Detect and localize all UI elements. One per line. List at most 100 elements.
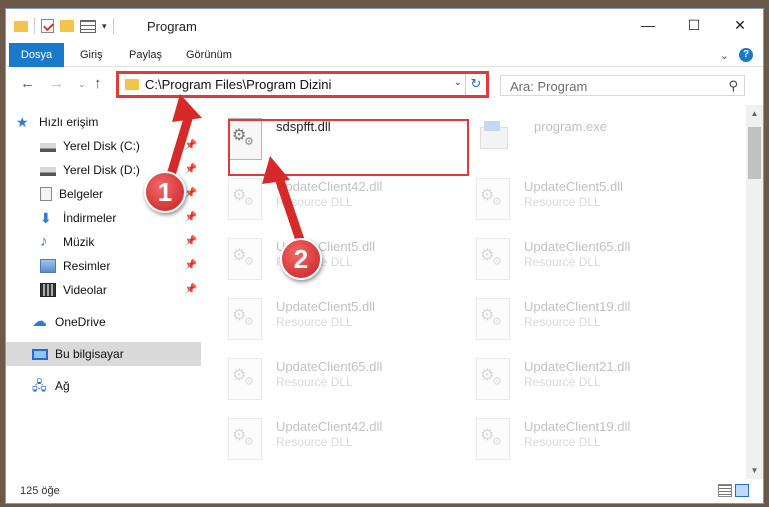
view-switcher [718, 484, 749, 497]
dll-file-icon [228, 358, 262, 400]
sidebar-item-pictures[interactable]: Resimler 📌 [40, 254, 201, 278]
file-item[interactable]: UpdateClient42.dll Resource DLL [214, 173, 454, 223]
scroll-down-icon[interactable]: ▼ [746, 462, 763, 479]
file-type: Resource DLL [524, 375, 601, 389]
file-item[interactable]: UpdateClient21.dll Resource DLL [462, 353, 702, 403]
minimize-button[interactable]: — [625, 9, 671, 41]
file-item[interactable]: UpdateClient19.dll Resource DLL [462, 293, 702, 343]
file-name: program.exe [534, 119, 607, 134]
file-name: UpdateClient19.dll [524, 299, 631, 314]
recent-locations-icon[interactable]: ⌄ [78, 79, 86, 90]
sidebar-item-label: Belgeler [59, 187, 104, 201]
chevron-down-icon[interactable]: ⌄ [720, 49, 729, 62]
file-item[interactable]: UpdateClient5.dll Resource DLL [214, 233, 454, 283]
file-item-program-exe[interactable]: program.exe [462, 113, 702, 163]
pin-icon[interactable]: 📌 [185, 260, 197, 271]
search-placeholder: Ara: Program [510, 79, 588, 94]
address-bar[interactable]: C:\Program Files\Program Dizini ⌄ ↻ [116, 71, 489, 98]
details-view-icon[interactable] [718, 484, 732, 497]
maximize-button[interactable]: ☐ [671, 9, 717, 41]
toolbar-divider [34, 18, 35, 34]
file-type: Resource DLL [276, 375, 353, 389]
file-type: Resource DLL [524, 255, 601, 269]
status-bar: 125 öğe [6, 479, 763, 503]
pictures-icon [40, 259, 56, 273]
dll-file-icon [476, 238, 510, 280]
file-name: UpdateClient21.dll [524, 359, 631, 374]
file-item[interactable]: UpdateClient5.dll Resource DLL [214, 293, 454, 343]
close-button[interactable]: ✕ [717, 9, 763, 41]
network-icon: 🖧 [32, 378, 47, 393]
pin-icon[interactable]: 📌 [185, 284, 197, 295]
dll-file-icon [476, 178, 510, 220]
file-name: UpdateClient5.dll [524, 179, 624, 194]
large-icons-view-icon[interactable] [735, 484, 749, 497]
sidebar-item-label: Bu bilgisayar [55, 347, 124, 361]
tab-view[interactable]: Görünüm [186, 43, 232, 67]
file-item[interactable]: UpdateClient5.dll Resource DLL [462, 173, 702, 223]
file-name: UpdateClient42.dll [276, 419, 383, 434]
window-controls: — ☐ ✕ [625, 9, 763, 41]
dll-file-icon [476, 418, 510, 460]
refresh-icon[interactable]: ↻ [465, 74, 486, 95]
sidebar-item-music[interactable]: ♪ Müzik 📌 [40, 230, 201, 254]
file-item[interactable]: UpdateClient19.dll Resource DLL [462, 413, 702, 463]
drive-icon [40, 167, 56, 176]
dll-file-icon [228, 178, 262, 220]
tab-home[interactable]: Giriş [80, 43, 103, 67]
address-path[interactable]: C:\Program Files\Program Dizini [145, 77, 331, 92]
forward-arrow-icon[interactable]: → [49, 75, 64, 92]
sidebar-item-this-pc[interactable]: Bu bilgisayar [6, 342, 201, 366]
item-count: 125 öğe [20, 485, 60, 497]
sidebar-item-label: Resimler [63, 259, 111, 273]
sidebar-item-quick-access[interactable]: ★ Hızlı erişim [16, 110, 211, 134]
computer-icon [32, 348, 48, 360]
tab-file[interactable]: Dosya [9, 43, 64, 67]
sidebar-item-network[interactable]: 🖧 Ağ [32, 374, 201, 398]
tab-share[interactable]: Paylaş [129, 43, 162, 67]
pin-icon[interactable]: 📌 [185, 236, 197, 247]
file-type: Resource DLL [524, 315, 601, 329]
file-type: Resource DLL [276, 435, 353, 449]
dll-file-icon [476, 298, 510, 340]
sidebar-item-onedrive[interactable]: ☁ OneDrive [32, 310, 201, 334]
search-icon[interactable]: ⚲ [728, 78, 738, 94]
pin-icon[interactable]: 📌 [185, 140, 197, 151]
file-item[interactable]: UpdateClient65.dll Resource DLL [214, 353, 454, 403]
file-item[interactable]: UpdateClient42.dll Resource DLL [214, 413, 454, 463]
quick-access-toolbar: ▾ [14, 18, 114, 34]
explorer-window: ▾ Program — ☐ ✕ Dosya Giriş Paylaş Görün… [5, 8, 764, 504]
navigation-pane: ★ Hızlı erişim Yerel Disk (C:) 📌 Yerel D… [6, 105, 205, 475]
dll-file-icon [228, 298, 262, 340]
up-arrow-icon[interactable]: ↑ [94, 75, 102, 92]
sidebar-item-label: Yerel Disk (C:) [63, 139, 140, 153]
search-input[interactable]: Ara: Program ⚲ [500, 75, 745, 96]
scrollbar-thumb[interactable] [748, 127, 761, 179]
pin-icon[interactable]: 📌 [185, 212, 197, 223]
vertical-scrollbar[interactable]: ▲ ▼ [746, 105, 763, 479]
documents-icon [40, 187, 52, 201]
sidebar-item-disk-c[interactable]: Yerel Disk (C:) 📌 [40, 134, 201, 158]
drive-icon [40, 143, 56, 152]
sidebar-item-label: Müzik [63, 235, 95, 249]
folder-icon [125, 79, 139, 90]
help-icon[interactable]: ? [739, 48, 753, 62]
view-options-icon[interactable] [80, 19, 96, 33]
navigation-bar: ← → ⌄ ↑ C:\Program Files\Program Dizini … [6, 67, 763, 101]
chevron-down-icon[interactable]: ⌄ [454, 77, 462, 88]
sidebar-item-downloads[interactable]: ⬇ İndirmeler 📌 [40, 206, 201, 230]
pin-icon[interactable]: 📌 [185, 164, 197, 175]
sidebar-item-label: OneDrive [55, 315, 106, 329]
new-folder-icon[interactable] [60, 20, 74, 32]
ribbon-controls: ⌄ ? [720, 48, 753, 62]
pin-icon[interactable]: 📌 [185, 188, 197, 199]
file-type: Resource DLL [276, 195, 353, 209]
back-arrow-icon[interactable]: ← [20, 75, 35, 92]
folder-icon [14, 20, 28, 32]
properties-icon[interactable] [41, 19, 54, 33]
scroll-up-icon[interactable]: ▲ [746, 105, 763, 122]
file-item[interactable]: UpdateClient65.dll Resource DLL [462, 233, 702, 283]
sidebar-item-videos[interactable]: Videolar 📌 [40, 278, 201, 302]
toolbar-divider [112, 18, 114, 34]
customize-toolbar-icon[interactable]: ▾ [102, 21, 107, 32]
